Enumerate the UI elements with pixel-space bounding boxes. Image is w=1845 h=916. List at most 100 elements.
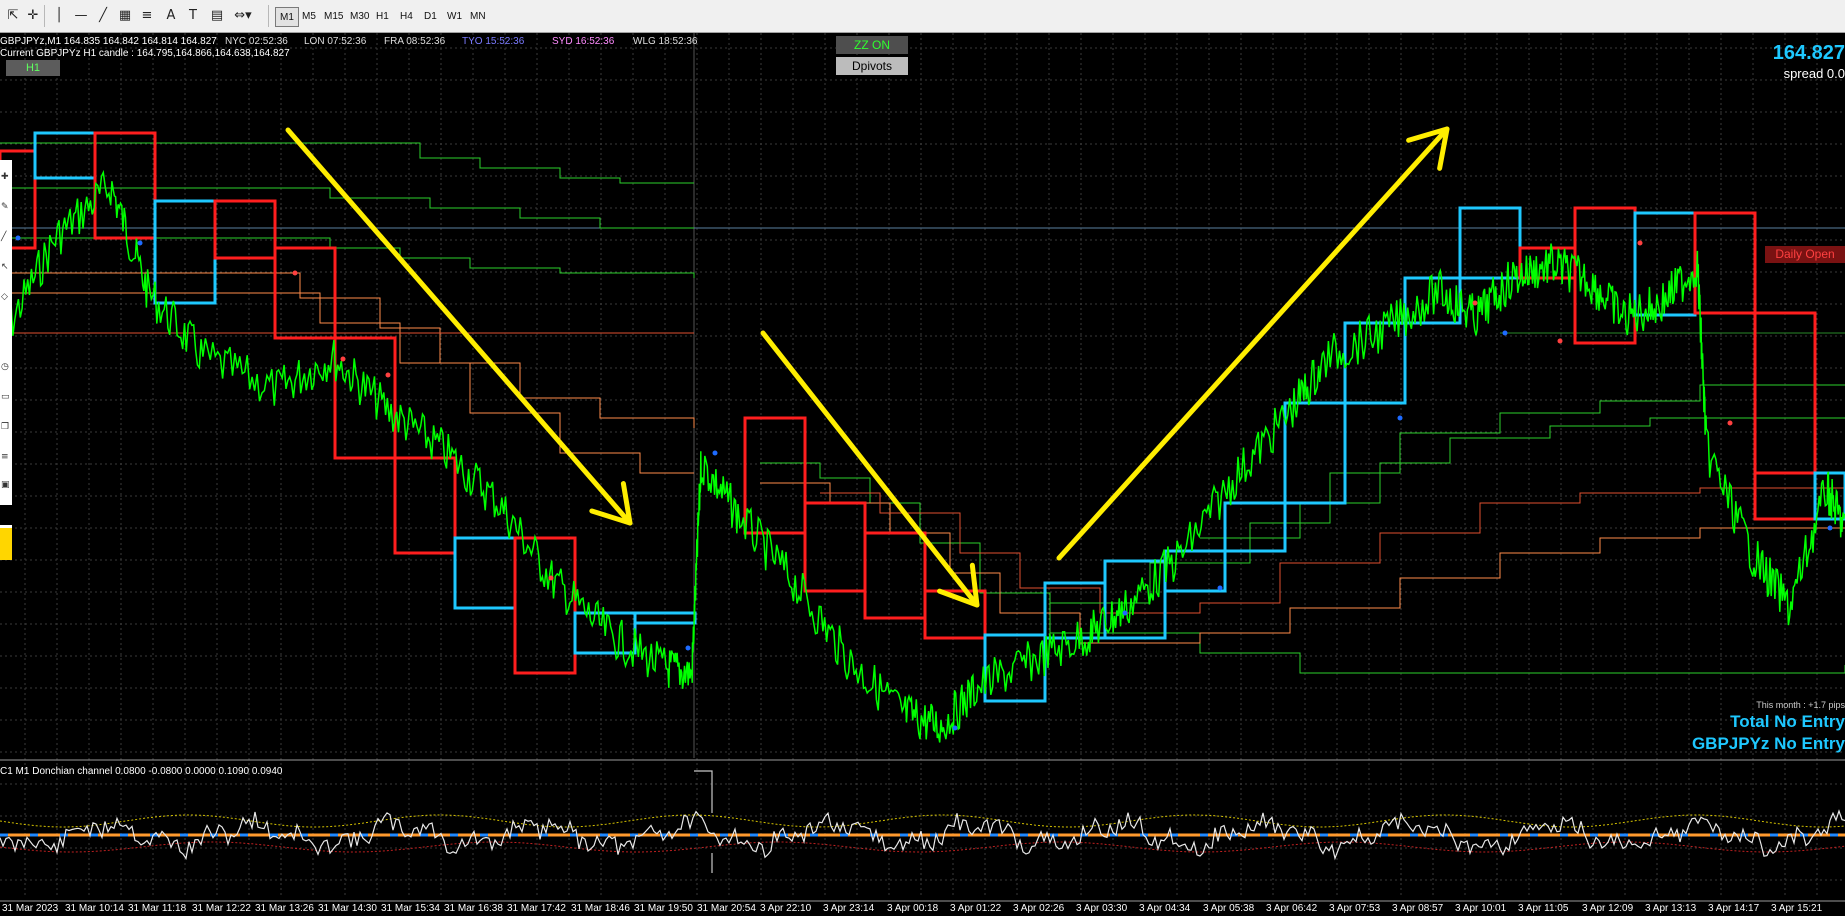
timeframe-m15-button[interactable]: M15 xyxy=(320,7,347,27)
h1-label[interactable]: H1 xyxy=(6,60,60,76)
eraser-icon[interactable]: ◇ xyxy=(1,290,11,304)
time-tick: 31 Mar 15:34 xyxy=(381,903,440,914)
signal-dot xyxy=(1397,415,1403,421)
vertical-line-icon[interactable]: │ xyxy=(48,6,70,26)
cursor-icon[interactable]: ⇱ xyxy=(2,6,24,26)
signal-dot xyxy=(385,372,391,378)
fibonacci-icon[interactable]: ≡ xyxy=(136,6,158,26)
current-price: 164.827 xyxy=(1772,42,1845,64)
line-tool-icon[interactable]: ╱ xyxy=(1,230,11,244)
h1-candle-box xyxy=(333,336,397,460)
time-tick: 31 Mar 12:22 xyxy=(192,903,251,914)
chart-area[interactable] xyxy=(0,33,1845,916)
signal-dot xyxy=(548,575,554,581)
time-tick: 3 Apr 14:17 xyxy=(1708,903,1760,914)
timeframe-m5-button[interactable]: M5 xyxy=(298,7,320,27)
save-icon[interactable]: ▣ xyxy=(1,478,11,492)
page-icon[interactable]: ▭ xyxy=(1,390,11,404)
down-arrow xyxy=(760,330,980,608)
time-tick: 3 Apr 02:26 xyxy=(1013,903,1065,914)
signal-dot xyxy=(1557,338,1563,344)
channel-icon[interactable]: ▦ xyxy=(114,6,136,26)
signal-dot xyxy=(952,725,958,731)
signal-dot xyxy=(292,270,298,276)
time-tick: 3 Apr 07:53 xyxy=(1329,903,1381,914)
time-tick: 31 Mar 11:18 xyxy=(128,903,187,914)
h1-candle-box xyxy=(33,131,97,180)
spread-label: spread 0.0 xyxy=(1783,66,1845,81)
signal-dot xyxy=(685,645,691,651)
session-nyc: NYC 02:52:36 xyxy=(225,36,288,47)
arrows-icon[interactable]: ⇔▾ xyxy=(232,6,254,26)
pencil-icon[interactable]: ✎ xyxy=(1,200,11,214)
cursor-tool-icon[interactable]: ↖ xyxy=(1,260,11,274)
h1-candle-box xyxy=(153,199,217,305)
session-syd: SYD 16:52:36 xyxy=(552,36,615,47)
time-tick: 31 Mar 13:26 xyxy=(255,903,314,914)
signal-dot xyxy=(1217,585,1223,591)
time-tick: 3 Apr 22:10 xyxy=(760,903,812,914)
pivot-line xyxy=(0,292,694,474)
signal-dot xyxy=(1827,525,1833,531)
time-tick: 3 Apr 01:22 xyxy=(950,903,1002,914)
indicator-spike xyxy=(694,770,713,873)
crosshair-icon[interactable]: ✛ xyxy=(22,6,44,26)
pivot-line xyxy=(1200,417,1845,539)
left-tool-strip: ✚ ✎ ╱ ↖ ◇ ◷ ▭ ❐ ≡ ▣ xyxy=(0,160,12,560)
copy-icon[interactable]: ❐ xyxy=(1,420,11,434)
time-tick: 31 Mar 14:30 xyxy=(318,903,377,914)
candle-line: Current GBPJPYz H1 candle : 164.795,164.… xyxy=(0,48,290,59)
timeframe-h1-button[interactable]: H1 xyxy=(372,7,393,27)
timeframe-m30-button[interactable]: M30 xyxy=(346,7,373,27)
session-fra: FRA 08:52:36 xyxy=(384,36,446,47)
time-tick: 3 Apr 12:09 xyxy=(1582,903,1634,914)
zz-on-button[interactable]: ZZ ON xyxy=(836,36,908,54)
price-chart[interactable] xyxy=(0,33,1845,916)
h1-candle-box xyxy=(1283,401,1347,505)
time-tick: 3 Apr 15:21 xyxy=(1771,903,1823,914)
signal-dot xyxy=(1502,330,1508,336)
month-pips-label: This month : +1.7 pips xyxy=(1756,700,1845,710)
signal-dot xyxy=(15,235,21,241)
up-arrow xyxy=(1056,126,1450,561)
h1-candle-box xyxy=(1458,206,1522,280)
time-tick: 3 Apr 04:34 xyxy=(1139,903,1191,914)
signal-dot xyxy=(1122,610,1128,616)
session-wlg: WLG 18:52:36 xyxy=(633,36,698,47)
price-line xyxy=(0,169,1845,743)
text-icon[interactable]: A xyxy=(160,6,182,26)
trendline-icon[interactable]: ╱ xyxy=(92,6,114,26)
time-tick: 3 Apr 08:57 xyxy=(1392,903,1444,914)
time-tick: 3 Apr 13:13 xyxy=(1645,903,1697,914)
time-tick: 3 Apr 03:30 xyxy=(1076,903,1128,914)
session-tyo: TYO 15:52:36 xyxy=(462,36,525,47)
horizontal-line-icon[interactable]: — xyxy=(70,6,92,26)
gann-icon[interactable]: ▤ xyxy=(206,6,228,26)
h1-candle-box xyxy=(1163,549,1227,593)
toolbar: ⇱ ✛ │ — ╱ ▦ ≡ A T ▤ ⇔▾ M1 M5 M15 M30 H1 … xyxy=(0,0,1845,33)
session-lon: LON 07:52:36 xyxy=(304,36,367,47)
timeframe-w1-button[interactable]: W1 xyxy=(443,7,466,27)
daily-open-label: Daily Open xyxy=(1765,246,1845,263)
text-label-icon[interactable]: T xyxy=(182,6,204,26)
signal-dot xyxy=(1727,420,1733,426)
list-icon[interactable]: ≡ xyxy=(1,450,11,464)
h1-candle-box xyxy=(863,531,927,620)
dpivots-button[interactable]: Dpivots xyxy=(836,57,908,75)
h1-candle-box xyxy=(743,416,807,535)
timeframe-m1-button[interactable]: M1 xyxy=(275,7,299,27)
time-tick: 3 Apr 11:05 xyxy=(1518,903,1569,914)
total-entry-label: Total No Entry xyxy=(1730,712,1845,731)
indicator-label: C1 M1 Donchian channel 0.0800 -0.0800 0.… xyxy=(0,766,283,777)
time-tick: 3 Apr 06:42 xyxy=(1266,903,1318,914)
time-tick: 3 Apr 05:38 xyxy=(1203,903,1255,914)
timeframe-mn-button[interactable]: MN xyxy=(466,7,490,27)
timeframe-h4-button[interactable]: H4 xyxy=(396,7,417,27)
timeframe-d1-button[interactable]: D1 xyxy=(420,7,441,27)
clock-icon[interactable]: ◷ xyxy=(1,360,11,374)
time-tick: 3 Apr 10:01 xyxy=(1455,903,1507,914)
time-tick: 31 Mar 10:14 xyxy=(65,903,124,914)
time-tick: 31 Mar 18:46 xyxy=(571,903,630,914)
crosshair-tool-icon[interactable]: ✚ xyxy=(1,170,11,184)
time-tick: 31 Mar 2023 xyxy=(2,903,59,914)
